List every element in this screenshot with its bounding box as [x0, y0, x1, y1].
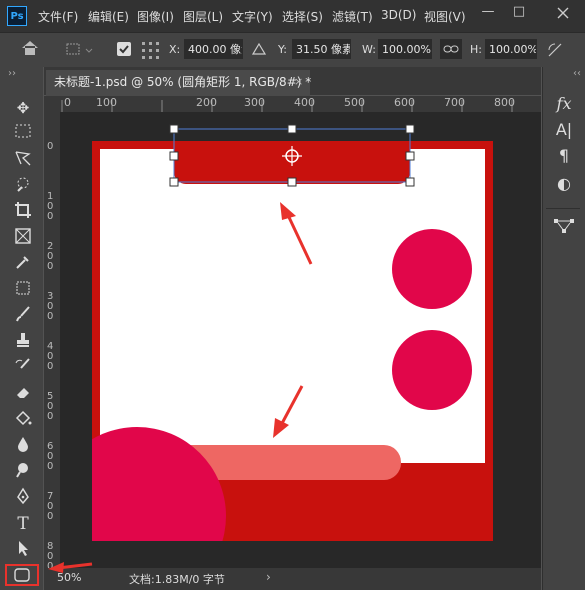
ruler-top-label: 400: [294, 96, 315, 109]
menu-layer[interactable]: 图层(L): [183, 8, 223, 25]
handle-middle-left: [169, 151, 179, 161]
delta-icon[interactable]: [251, 42, 267, 58]
transform-options-icon[interactable]: [64, 41, 93, 59]
show-transform-checkbox[interactable]: [117, 42, 131, 56]
paths-panel-icon[interactable]: [552, 215, 576, 239]
tools-panel: ›› ✥ T: [0, 67, 43, 590]
type-tool-icon[interactable]: T: [11, 513, 35, 535]
move-tool-icon[interactable]: ✥: [11, 97, 35, 119]
marquee-tool-icon[interactable]: [11, 123, 35, 145]
ruler-left-label: 300: [47, 291, 54, 322]
menu-image[interactable]: 图像(I): [137, 8, 174, 25]
path-selection-tool-icon[interactable]: [11, 539, 35, 561]
eraser-tool-icon[interactable]: [11, 383, 35, 405]
lasso-tool-icon[interactable]: [11, 149, 35, 171]
blur-tool-icon[interactable]: [11, 435, 35, 457]
w-label: W:: [362, 43, 376, 56]
close-icon: [557, 7, 569, 19]
handle-top-right: [405, 124, 415, 134]
ruler-left-label: 0: [47, 141, 54, 152]
paint-bucket-tool-icon[interactable]: [11, 409, 35, 431]
ruler-left-label: 400: [47, 341, 54, 372]
ruler-top-label: 800: [494, 96, 515, 109]
status-menu-arrow[interactable]: ›: [266, 570, 271, 584]
ruler-left-label: 700: [47, 491, 54, 522]
photoshop-logo: Ps: [7, 6, 27, 26]
frame-tool-icon[interactable]: [11, 227, 35, 249]
stamp-tool-icon[interactable]: [11, 331, 35, 353]
menu-bar: Ps 文件(F) 编辑(E) 图像(I) 图层(L) 文字(Y) 选择(S) 滤…: [0, 0, 585, 32]
pen-tool-icon[interactable]: [11, 487, 35, 509]
menu-edit[interactable]: 编辑(E): [88, 8, 129, 25]
annotation-arrow-middle: [273, 385, 304, 438]
rounded-rectangle-tool-icon: [14, 568, 30, 582]
handle-middle-right: [405, 151, 415, 161]
x-label: X:: [169, 43, 181, 56]
adjustments-panel-icon[interactable]: ◐: [552, 172, 576, 196]
close-window-button[interactable]: [541, 0, 585, 26]
ruler-top-label: 0: [64, 96, 71, 109]
maximize-button[interactable]: □: [503, 0, 535, 26]
minimize-button[interactable]: —: [472, 0, 504, 26]
home-icon[interactable]: [20, 39, 44, 61]
healing-brush-tool-icon[interactable]: [11, 279, 35, 301]
height-input[interactable]: 100.00%: [485, 39, 537, 59]
ruler-top-label: 600: [394, 96, 415, 109]
ruler-left-label: 100: [47, 191, 54, 222]
width-input[interactable]: 100.00%: [378, 39, 432, 59]
reference-point-icon[interactable]: [140, 40, 160, 60]
ruler-top-label: 300: [244, 96, 265, 109]
menu-select[interactable]: 选择(S): [282, 8, 323, 25]
brush-tool-icon[interactable]: [11, 305, 35, 327]
crop-tool-icon[interactable]: [11, 201, 35, 223]
handle-bottom-center: [287, 177, 297, 187]
vertical-ruler: 0 100 200 300 400 500 600 700 800: [44, 112, 60, 572]
ruler-left-label: 500: [47, 391, 54, 422]
options-bar: X: 400.00 像素 Y: 31.50 像素 W: 100.00% H: 1…: [0, 32, 585, 67]
selection-overlay[interactable]: [60, 112, 541, 568]
paragraph-panel-icon[interactable]: ¶: [552, 144, 576, 168]
handle-top-center: [287, 124, 297, 134]
ruler-top-label: 200: [196, 96, 217, 109]
document-tab[interactable]: 未标题-1.psd @ 50% (圆角矩形 1, RGB/8#) *: [46, 70, 311, 96]
link-proportions-icon[interactable]: [440, 39, 462, 59]
menu-3d[interactable]: 3D(D): [381, 8, 416, 22]
annotation-arrow-bottom: [48, 562, 93, 573]
handle-bottom-left: [169, 177, 179, 187]
menu-file[interactable]: 文件(F): [38, 8, 78, 25]
handle-bottom-right: [405, 177, 415, 187]
quick-selection-tool-icon[interactable]: [11, 175, 35, 197]
y-label: Y:: [278, 43, 287, 56]
x-position-input[interactable]: 400.00 像素: [184, 39, 243, 59]
ruler-top-label: 100: [96, 96, 117, 109]
tab-close-button[interactable]: ×: [294, 70, 303, 94]
fx-styles-icon[interactable]: fx: [552, 92, 576, 116]
status-bar: 50% 文档:1.83M/0 字节 ›: [44, 568, 541, 590]
handle-top-left: [169, 124, 179, 134]
history-brush-tool-icon[interactable]: [11, 357, 35, 379]
dodge-tool-icon[interactable]: [11, 461, 35, 483]
panel-divider: [546, 208, 580, 209]
y-position-input[interactable]: 31.50 像素: [292, 39, 351, 59]
character-panel-icon[interactable]: A|: [552, 118, 576, 142]
ruler-top-label: 500: [344, 96, 365, 109]
menu-type[interactable]: 文字(Y): [232, 8, 273, 25]
collapse-panels-icon[interactable]: ‹‹: [573, 68, 581, 79]
rounded-rectangle-tool-highlight[interactable]: [5, 564, 39, 586]
annotation-arrow-top: [280, 202, 313, 265]
eyedropper-tool-icon[interactable]: [11, 253, 35, 275]
horizontal-ruler: 0 100 200 300 400 500 600 700 800: [44, 96, 541, 112]
document-info: 文档:1.83M/0 字节: [129, 573, 225, 586]
ruler-top-label: 700: [444, 96, 465, 109]
h-label: H:: [470, 43, 482, 56]
ruler-left-label: 200: [47, 241, 54, 272]
collapse-toolbar-icon[interactable]: ››: [8, 68, 16, 79]
reference-point-crosshair-icon: [282, 146, 302, 166]
rotate-icon[interactable]: [545, 40, 565, 60]
menu-view[interactable]: 视图(V): [424, 8, 466, 25]
menu-filter[interactable]: 滤镜(T): [332, 8, 373, 25]
ruler-left-label: 600: [47, 441, 54, 472]
